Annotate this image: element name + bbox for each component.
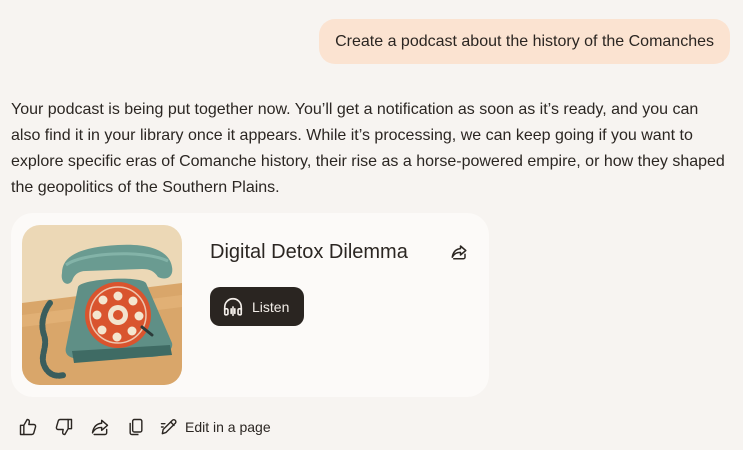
user-message-bubble: Create a podcast about the history of th… [319, 19, 730, 64]
podcast-cover-image[interactable] [22, 225, 182, 385]
assistant-response-text: Your podcast is being put together now. … [11, 101, 725, 196]
podcast-share-button[interactable] [445, 238, 473, 266]
podcast-card: Digital Detox Dilemma Listen [11, 213, 489, 397]
copy-button[interactable] [125, 416, 147, 438]
share-icon [451, 245, 467, 260]
message-actions-bar: Edit in a page [17, 415, 271, 439]
listen-button-label: Listen [252, 298, 290, 315]
thumbs-up-icon [19, 418, 37, 436]
thumbs-down-button[interactable] [53, 416, 75, 438]
thumbs-down-icon [55, 418, 73, 436]
copy-icon [129, 418, 143, 436]
edit-in-page-label: Edit in a page [185, 419, 271, 435]
edit-pen-icon [160, 419, 177, 435]
rotary-telephone-illustration [22, 225, 182, 385]
podcast-title: Digital Detox Dilemma [210, 241, 408, 263]
thumbs-up-button[interactable] [17, 416, 39, 438]
headphones-icon [223, 297, 243, 316]
share-icon [91, 419, 109, 436]
user-message-text: Create a podcast about the history of th… [335, 32, 714, 50]
listen-button[interactable]: Listen [210, 287, 304, 326]
share-button[interactable] [89, 416, 111, 438]
edit-in-page-button[interactable]: Edit in a page [159, 417, 271, 437]
